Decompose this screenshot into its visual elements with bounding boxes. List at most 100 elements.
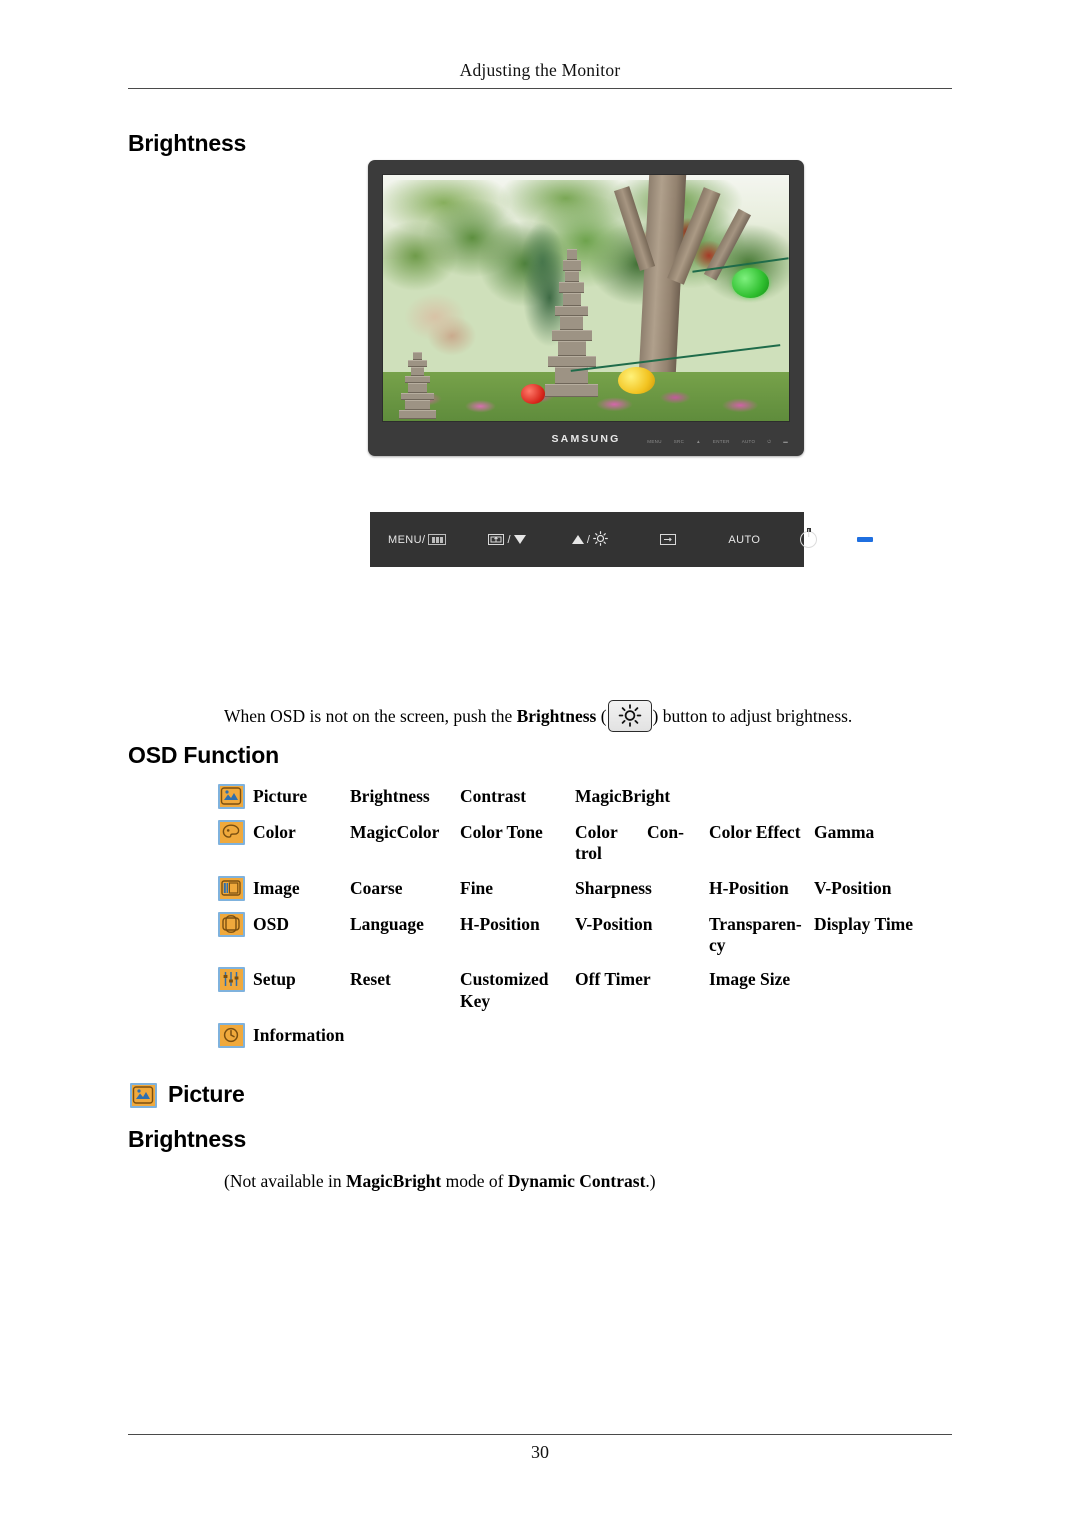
- osd-item-line2: trol: [575, 843, 602, 864]
- note-prefix: (Not available in: [224, 1171, 346, 1191]
- image-icon: [218, 875, 245, 901]
- osd-item[interactable]: Color Effect: [709, 820, 814, 843]
- osd-item[interactable]: Customized Key: [460, 967, 575, 1012]
- osd-item-line2: cy: [709, 935, 726, 956]
- osd-item[interactable]: Sharpness: [575, 876, 709, 899]
- brightness-instruction-paragraph: When OSD is not on the screen, push the …: [224, 700, 964, 732]
- instruction-prefix: When OSD is not on the screen, push the: [224, 706, 517, 726]
- osd-item[interactable]: Transparen- cy: [709, 912, 814, 957]
- section-title-osd-function: OSD Function: [128, 742, 279, 768]
- information-clock-icon: [218, 1023, 245, 1049]
- control-button-strip: MENU/ / / AUTO: [370, 512, 874, 567]
- osd-icon: [218, 911, 245, 937]
- control-separator-2: /: [586, 533, 591, 546]
- running-head: Adjusting the Monitor: [459, 60, 621, 80]
- osd-function-table: Picture Brightness Contrast MagicBright …: [218, 784, 958, 1059]
- table-row: Image Coarse Fine Sharpness H-Position V…: [218, 875, 958, 901]
- osd-item[interactable]: Brightness: [350, 784, 460, 807]
- power-icon: [800, 531, 818, 548]
- note-bold-dynamic-contrast: Dynamic Contrast: [507, 1171, 646, 1191]
- triangle-up-icon: [571, 535, 584, 544]
- power-button[interactable]: [800, 531, 818, 548]
- picture-icon: [218, 784, 245, 809]
- note-suffix: .): [645, 1171, 656, 1191]
- bezel-key-source[interactable]: SRC: [674, 439, 684, 444]
- osd-item[interactable]: Color trol: [575, 820, 647, 865]
- bezel-key-row: MENU SRC ▲ ENTER AUTO ⏻ ▬: [647, 439, 788, 444]
- osd-item[interactable]: Image Size: [709, 967, 814, 990]
- osd-item[interactable]: Display Time: [814, 912, 913, 935]
- osd-item[interactable]: MagicColor: [350, 820, 460, 843]
- osd-item[interactable]: Fine: [460, 876, 575, 899]
- osd-item[interactable]: V-Position: [814, 876, 891, 899]
- osd-category-label: Image: [253, 877, 300, 898]
- osd-item[interactable]: Color Tone: [460, 820, 575, 843]
- osd-bars-icon: [428, 534, 447, 545]
- scene-lantern-red: [521, 384, 546, 404]
- auto-button[interactable]: AUTO: [728, 534, 760, 546]
- section-title-picture: Picture: [168, 1081, 245, 1107]
- menu-button-label: MENU/: [388, 533, 426, 546]
- sun-icon: [593, 530, 609, 549]
- monitor-screen: [382, 174, 790, 422]
- osd-item[interactable]: Off Timer: [575, 967, 709, 990]
- scene-lantern-green: [732, 268, 769, 298]
- subsection-title-brightness: Brightness: [128, 1126, 247, 1152]
- osd-item[interactable]: Coarse: [350, 876, 460, 899]
- osd-category-label: Setup: [253, 969, 296, 990]
- osd-category-image[interactable]: Image: [218, 875, 350, 901]
- osd-item[interactable]: H-Position: [709, 876, 814, 899]
- osd-item[interactable]: Gamma: [814, 820, 874, 843]
- instruction-open-paren: (: [596, 706, 607, 726]
- osd-item[interactable]: Language: [350, 912, 460, 935]
- page-number: 30: [531, 1442, 549, 1462]
- monitor-bezel-bottom: SAMSUNG MENU SRC ▲ ENTER AUTO ⏻ ▬: [368, 422, 804, 456]
- source-down-button[interactable]: /: [488, 534, 526, 546]
- osd-category-setup[interactable]: Setup: [218, 967, 350, 993]
- monitor-illustration: SAMSUNG MENU SRC ▲ ENTER AUTO ⏻ ▬: [368, 160, 804, 456]
- up-brightness-button[interactable]: /: [571, 530, 609, 549]
- bezel-key-menu[interactable]: MENU: [647, 439, 661, 444]
- osd-item[interactable]: H-Position: [460, 912, 575, 935]
- triangle-down-icon: [513, 535, 526, 544]
- osd-item-line1: Transparen-: [709, 913, 802, 934]
- osd-category-osd[interactable]: OSD: [218, 911, 350, 937]
- osd-category-label: Information: [253, 1025, 345, 1046]
- table-row: Setup Reset Customized Key Off Timer Ima…: [218, 967, 958, 1012]
- osd-item-line1: Color: [575, 822, 618, 842]
- osd-category-label: Picture: [253, 786, 308, 806]
- scene-pagoda-large: [545, 248, 599, 397]
- picture-icon: [130, 1083, 157, 1108]
- footer-rule: [128, 1434, 952, 1435]
- power-led-indicator: [857, 537, 874, 542]
- osd-item[interactable]: V-Position: [575, 912, 709, 935]
- osd-item-line2: Key: [460, 990, 491, 1011]
- enter-button[interactable]: [660, 534, 677, 545]
- osd-category-color[interactable]: Color: [218, 820, 350, 845]
- instruction-close-paren: ): [652, 706, 663, 726]
- table-row: OSD Language H-Position V-Position Trans…: [218, 911, 958, 957]
- osd-item[interactable]: Reset: [350, 967, 460, 990]
- not-available-note: (Not available in MagicBright mode of Dy…: [224, 1170, 924, 1194]
- instruction-suffix: button to adjust brightness.: [662, 706, 853, 726]
- bezel-key-led: ▬: [783, 439, 788, 444]
- setup-sliders-icon: [218, 967, 245, 993]
- color-palette-icon: [218, 820, 245, 845]
- osd-item[interactable]: MagicBright: [575, 784, 670, 807]
- page-title-brightness: Brightness: [128, 130, 247, 156]
- osd-item[interactable]: Contrast: [460, 784, 575, 807]
- table-row: Picture Brightness Contrast MagicBright: [218, 784, 958, 809]
- osd-category-label: Color: [253, 822, 296, 842]
- brightness-button-graphic: [607, 700, 652, 732]
- scene-lantern-yellow: [618, 366, 655, 394]
- auto-button-label: AUTO: [728, 533, 761, 546]
- osd-category-information[interactable]: Information: [218, 1023, 345, 1049]
- bezel-key-up[interactable]: ▲: [696, 439, 701, 444]
- menu-button[interactable]: MENU/: [388, 533, 447, 546]
- table-row: Color MagicColor Color Tone Color trol C…: [218, 820, 958, 865]
- bezel-key-power[interactable]: ⏻: [767, 439, 771, 444]
- osd-category-picture[interactable]: Picture: [218, 784, 350, 809]
- osd-item[interactable]: Con-: [647, 820, 709, 843]
- bezel-key-auto[interactable]: AUTO: [742, 439, 756, 444]
- bezel-key-enter[interactable]: ENTER: [713, 439, 730, 444]
